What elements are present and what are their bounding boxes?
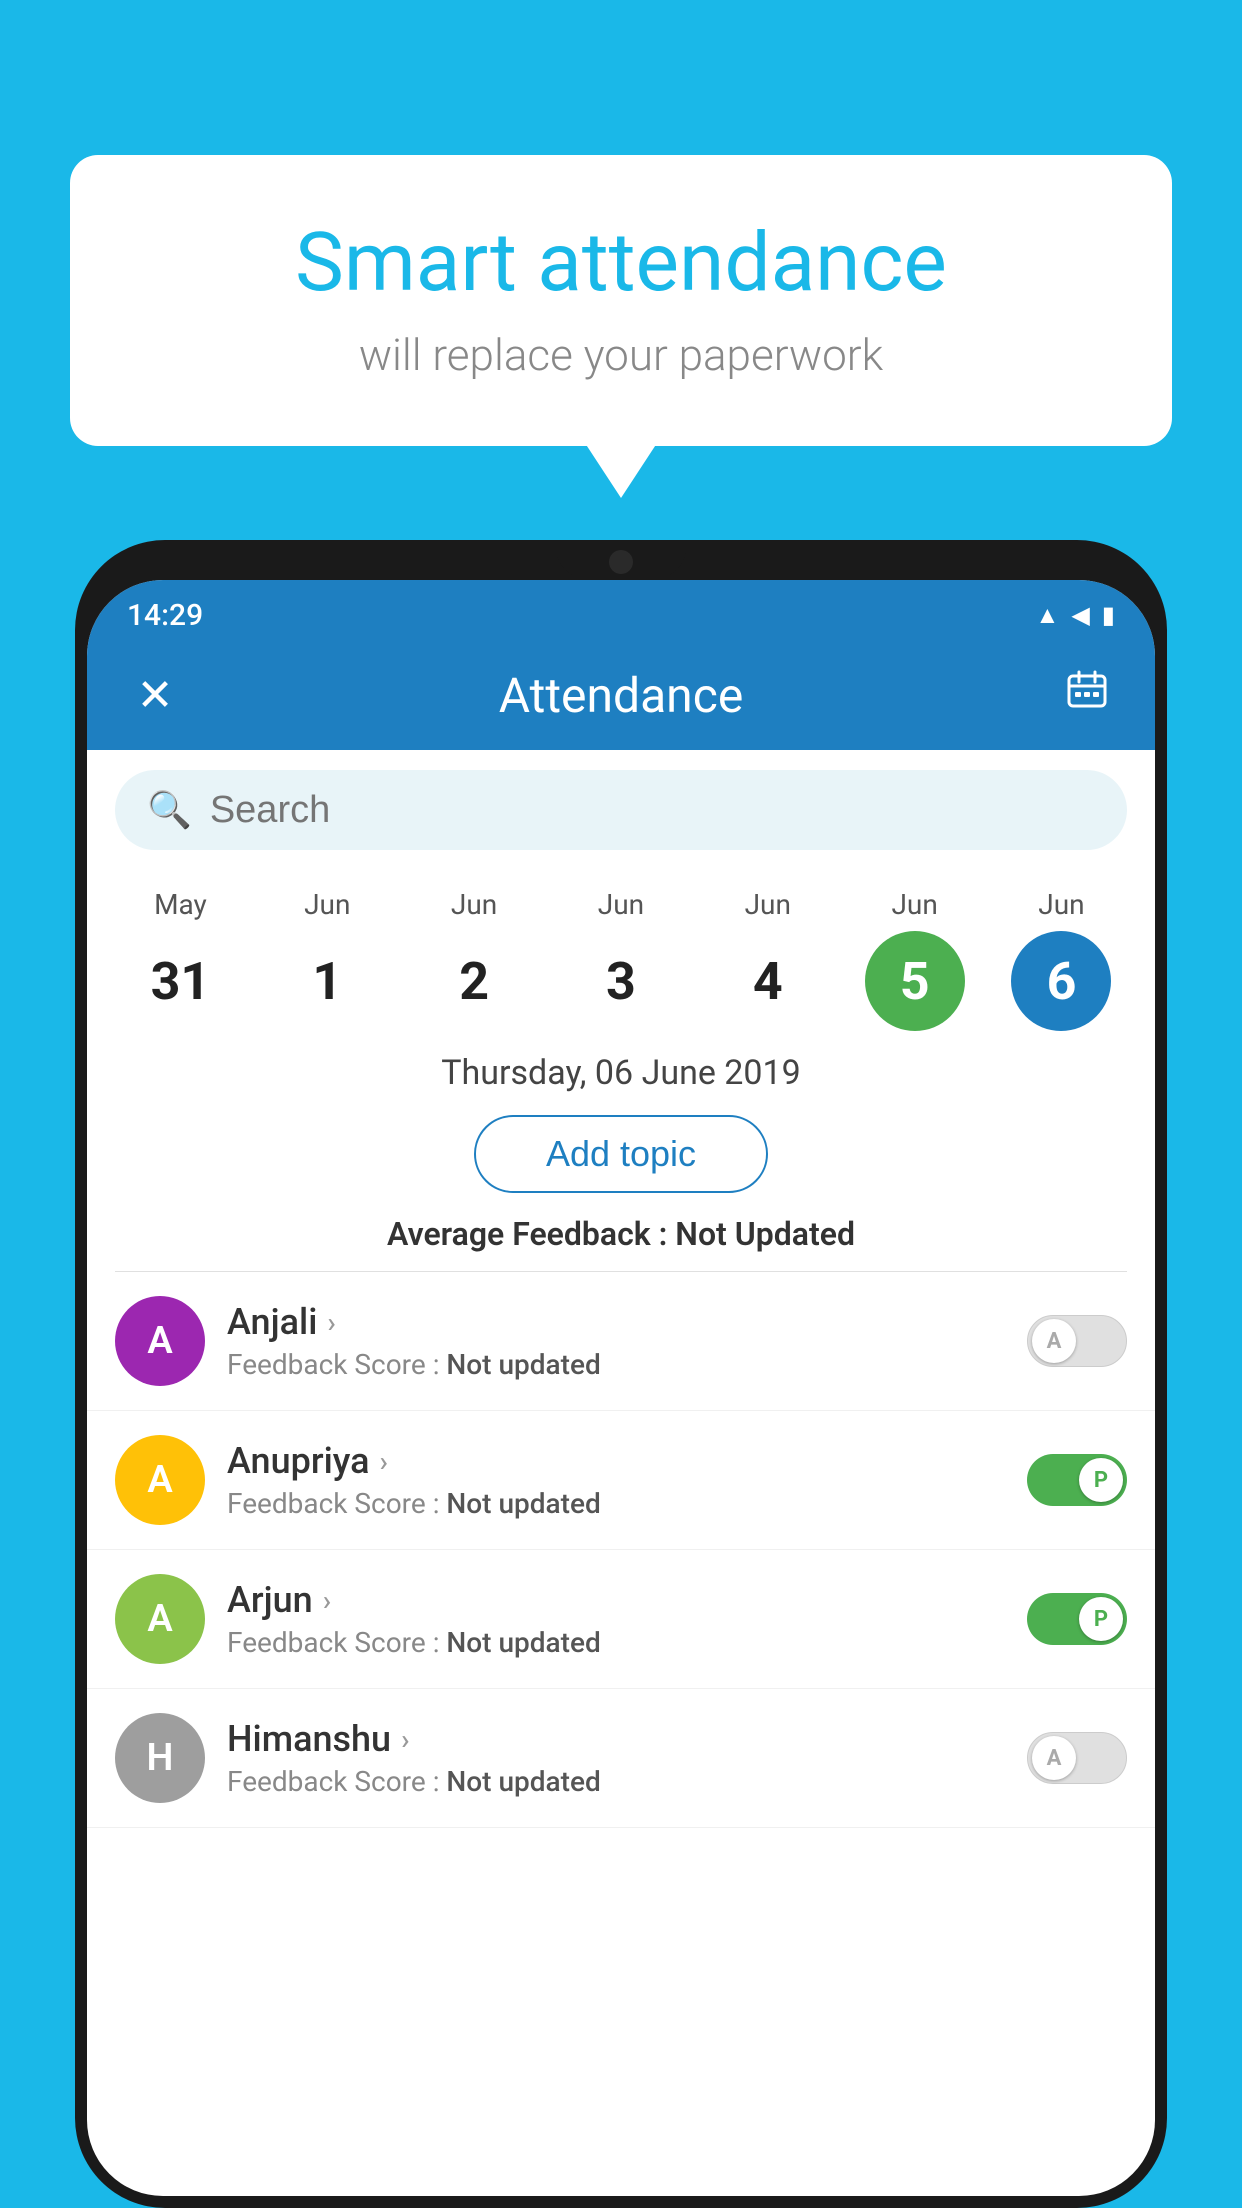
speech-bubble-container: Smart attendance will replace your paper… [70, 155, 1172, 446]
app-bar: ✕ Attendance [87, 640, 1155, 750]
student-name-text: Anupriya [227, 1440, 370, 1482]
bubble-subtitle: will replace your paperwork [150, 329, 1092, 381]
student-info: Arjun › Feedback Score : Not updated [227, 1579, 1005, 1659]
status-icons: ▲ ◀ ▮ [1036, 601, 1115, 630]
cal-month: May [154, 888, 207, 921]
student-avatar: A [115, 1435, 205, 1525]
student-name-text: Arjun [227, 1579, 313, 1621]
student-avatar: A [115, 1296, 205, 1386]
avg-feedback-label: Average Feedback : [387, 1215, 667, 1253]
toggle-knob: P [1079, 1458, 1123, 1502]
search-icon: 🔍 [147, 789, 192, 831]
student-name-text: Anjali [227, 1301, 317, 1343]
student-name: Arjun › [227, 1579, 1005, 1621]
calendar-day[interactable]: May 31 [115, 888, 245, 1031]
cal-date[interactable]: 31 [130, 931, 230, 1031]
student-avatar: A [115, 1574, 205, 1664]
student-info: Anjali › Feedback Score : Not updated [227, 1301, 1005, 1381]
add-topic-button[interactable]: Add topic [474, 1115, 768, 1193]
speech-bubble: Smart attendance will replace your paper… [70, 155, 1172, 446]
attendance-toggle[interactable]: A [1027, 1732, 1127, 1784]
chevron-icon: › [323, 1584, 331, 1617]
toggle-container: P [1027, 1454, 1127, 1506]
cal-month: Jun [598, 888, 644, 921]
phone-screen: 14:29 ▲ ◀ ▮ ✕ Attendance [87, 580, 1155, 2196]
calendar-day[interactable]: Jun 2 [409, 888, 539, 1031]
student-info: Anupriya › Feedback Score : Not updated [227, 1440, 1005, 1520]
student-name: Anjali › [227, 1301, 1005, 1343]
calendar-day[interactable]: Jun 4 [703, 888, 833, 1031]
student-list: AAnjali›Feedback Score : Not updatedAAAn… [87, 1272, 1155, 1828]
battery-icon: ▮ [1102, 601, 1115, 629]
student-item[interactable]: A Anjali › Feedback Score : Not updated A [87, 1272, 1155, 1411]
cal-date[interactable]: 2 [424, 931, 524, 1031]
signal-icon: ◀ [1071, 601, 1089, 629]
student-item[interactable]: A Arjun › Feedback Score : Not updated P [87, 1550, 1155, 1689]
student-item[interactable]: H Himanshu › Feedback Score : Not updated A [87, 1689, 1155, 1828]
student-name: Himanshu › [227, 1718, 1005, 1760]
phone-frame: 14:29 ▲ ◀ ▮ ✕ Attendance [75, 540, 1167, 2208]
status-time: 14:29 [127, 598, 203, 633]
cal-month: Jun [451, 888, 497, 921]
cal-month: Jun [745, 888, 791, 921]
student-item[interactable]: A Anupriya › Feedback Score : Not updated P [87, 1411, 1155, 1550]
cal-date[interactable]: 5 [865, 931, 965, 1031]
student-name-text: Himanshu [227, 1718, 391, 1760]
camera [609, 550, 633, 574]
calendar-strip: May 31 Jun 1 Jun 2 Jun 3 Jun 4 Jun 5 Jun 6 [87, 870, 1155, 1031]
cal-date[interactable]: 6 [1011, 931, 1111, 1031]
cal-date[interactable]: 1 [277, 931, 377, 1031]
student-feedback: Feedback Score : Not updated [227, 1348, 1005, 1381]
selected-date-label: Thursday, 06 June 2019 [87, 1053, 1155, 1093]
close-button[interactable]: ✕ [125, 669, 185, 721]
student-feedback: Feedback Score : Not updated [227, 1626, 1005, 1659]
toggle-container: A [1027, 1732, 1127, 1784]
calendar-day[interactable]: Jun 6 [996, 888, 1126, 1031]
cal-month: Jun [304, 888, 350, 921]
student-avatar: H [115, 1713, 205, 1803]
chevron-icon: › [380, 1445, 388, 1478]
attendance-toggle[interactable]: A [1027, 1315, 1127, 1367]
calendar-day[interactable]: Jun 5 [850, 888, 980, 1031]
average-feedback: Average Feedback : Not Updated [87, 1215, 1155, 1253]
toggle-knob: A [1032, 1736, 1076, 1780]
search-bar[interactable]: 🔍 [115, 770, 1127, 850]
student-info: Himanshu › Feedback Score : Not updated [227, 1718, 1005, 1798]
cal-month: Jun [891, 888, 937, 921]
calendar-button[interactable] [1057, 668, 1117, 723]
student-feedback: Feedback Score : Not updated [227, 1765, 1005, 1798]
student-name: Anupriya › [227, 1440, 1005, 1482]
attendance-toggle[interactable]: P [1027, 1454, 1127, 1506]
chevron-icon: › [327, 1306, 335, 1339]
wifi-icon: ▲ [1036, 601, 1060, 630]
phone-notch [556, 540, 686, 578]
cal-date[interactable]: 3 [571, 931, 671, 1031]
toggle-container: A [1027, 1315, 1127, 1367]
app-bar-title: Attendance [185, 667, 1057, 724]
search-input[interactable] [210, 789, 1095, 832]
toggle-knob: P [1079, 1597, 1123, 1641]
cal-date[interactable]: 4 [718, 931, 818, 1031]
toggle-knob: A [1032, 1319, 1076, 1363]
cal-month: Jun [1038, 888, 1084, 921]
avg-feedback-value: Not Updated [675, 1215, 855, 1253]
calendar-day[interactable]: Jun 3 [556, 888, 686, 1031]
bubble-title: Smart attendance [150, 215, 1092, 311]
status-bar: 14:29 ▲ ◀ ▮ [87, 580, 1155, 640]
toggle-container: P [1027, 1593, 1127, 1645]
chevron-icon: › [401, 1723, 409, 1756]
student-feedback: Feedback Score : Not updated [227, 1487, 1005, 1520]
calendar-day[interactable]: Jun 1 [262, 888, 392, 1031]
attendance-toggle[interactable]: P [1027, 1593, 1127, 1645]
